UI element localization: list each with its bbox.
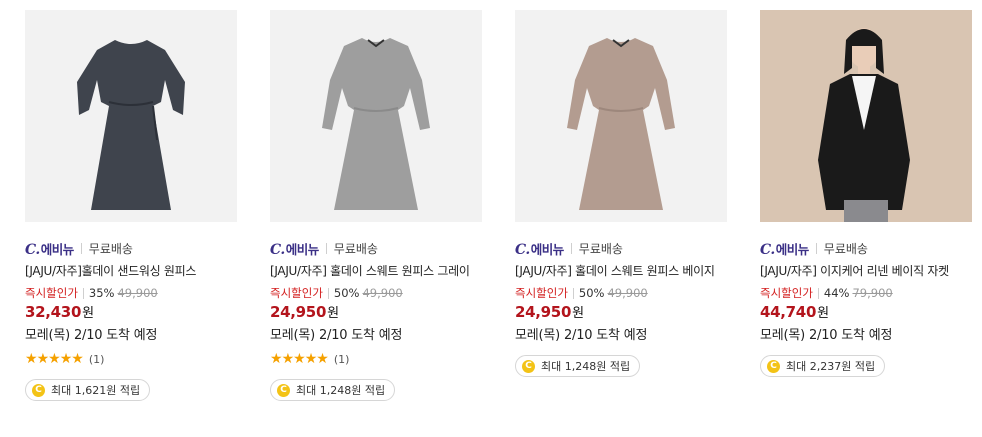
reward-badge: C 최대 1,621원 적립 [25, 379, 151, 401]
divider [570, 242, 572, 254]
seller-line: C.에비뉴 무료배송 [760, 239, 972, 258]
original-price: 49,900 [607, 286, 648, 300]
brand-logo[interactable]: C.에비뉴 [270, 239, 319, 258]
divider [815, 242, 817, 254]
reward-text: 최대 2,237원 적립 [786, 360, 876, 373]
discount-line: 즉시할인가 44% 79,900 [760, 285, 972, 301]
currency-unit: 원 [82, 306, 95, 321]
coin-icon: C [522, 359, 535, 373]
coin-icon: C [767, 359, 780, 373]
product-title[interactable]: [JAJU/자주] 홀데이 스웨트 원피스 베이지 [515, 263, 727, 280]
product-card[interactable]: C.에비뉴 무료배송 [JAJU/자주] 홀데이 스웨트 원피스 베이지 즉시할… [515, 10, 727, 377]
original-price: 49,900 [117, 286, 158, 300]
reward-badge: C 최대 1,248원 적립 [515, 355, 641, 377]
jacket-model-image [760, 10, 972, 222]
product-image[interactable] [515, 10, 727, 222]
currency-unit: 원 [327, 306, 340, 321]
discount-line: 즉시할인가 50% 49,900 [515, 285, 727, 301]
product-title[interactable]: [JAJU/자주] 이지케어 리넨 베이직 자켓 [760, 263, 972, 280]
discount-line: 즉시할인가 50% 49,900 [270, 285, 482, 301]
reward-badge: C 최대 2,237원 적립 [760, 355, 886, 377]
reward-badge: C 최대 1,248원 적립 [270, 379, 396, 401]
sale-price: 32,430 [25, 303, 82, 321]
reward-text: 최대 1,248원 적립 [296, 384, 386, 397]
free-shipping-label: 무료배송 [578, 241, 623, 256]
discount-label: 즉시할인가 [760, 286, 813, 300]
delivery-estimate: 모레(목) 2/10 도착 예정 [515, 328, 648, 343]
product-card[interactable]: C.에비뉴 무료배송 [JAJU/자주]홀데이 샌드워싱 원피스 즉시할인가 3… [25, 10, 237, 401]
discount-rate: 35% [88, 286, 115, 300]
divider [572, 287, 574, 299]
product-title[interactable]: [JAJU/자주] 홀데이 스웨트 원피스 그레이 [270, 263, 482, 280]
dress-image [515, 10, 727, 222]
free-shipping-label: 무료배송 [823, 241, 868, 256]
seller-line: C.에비뉴 무료배송 [270, 239, 482, 258]
dress-image [270, 10, 482, 222]
discount-rate: 50% [578, 286, 605, 300]
coin-icon: C [277, 383, 290, 397]
price-line: 44,740 원 [760, 302, 972, 322]
brand-logo[interactable]: C.에비뉴 [25, 239, 74, 258]
price-line: 24,950 원 [270, 302, 482, 322]
delivery-estimate: 모레(목) 2/10 도착 예정 [760, 328, 893, 343]
rating[interactable]: ★ ★ ★ ★ ★ (1) [270, 351, 482, 367]
divider [327, 287, 329, 299]
product-card[interactable]: C.에비뉴 무료배송 [JAJU/자주] 이지케어 리넨 베이직 자켓 즉시할인… [760, 10, 972, 377]
review-count: (1) [333, 352, 350, 366]
discount-label: 즉시할인가 [515, 286, 568, 300]
discount-rate: 50% [333, 286, 360, 300]
brand-logo[interactable]: C.에비뉴 [760, 239, 809, 258]
original-price: 49,900 [362, 286, 403, 300]
reward-text: 최대 1,248원 적립 [541, 360, 631, 373]
discount-label: 즉시할인가 [270, 286, 323, 300]
brand-logo[interactable]: C.에비뉴 [515, 239, 564, 258]
seller-line: C.에비뉴 무료배송 [515, 239, 727, 258]
product-title[interactable]: [JAJU/자주]홀데이 샌드워싱 원피스 [25, 263, 237, 280]
delivery-estimate: 모레(목) 2/10 도착 예정 [25, 328, 158, 343]
product-card[interactable]: C.에비뉴 무료배송 [JAJU/자주] 홀데이 스웨트 원피스 그레이 즉시할… [270, 10, 482, 401]
star-icon: ★ [316, 351, 329, 367]
original-price: 79,900 [852, 286, 893, 300]
divider [325, 242, 327, 254]
rating[interactable]: ★ ★ ★ ★ ★ (1) [25, 351, 237, 367]
discount-line: 즉시할인가 35% 49,900 [25, 285, 237, 301]
review-count: (1) [88, 352, 105, 366]
free-shipping-label: 무료배송 [88, 241, 133, 256]
price-line: 24,950 원 [515, 302, 727, 322]
product-grid: C.에비뉴 무료배송 [JAJU/자주]홀데이 샌드워싱 원피스 즉시할인가 3… [0, 0, 982, 437]
divider [80, 242, 82, 254]
coin-icon: C [32, 383, 45, 397]
currency-unit: 원 [817, 306, 830, 321]
sale-price: 44,740 [760, 303, 817, 321]
discount-label: 즉시할인가 [25, 286, 78, 300]
product-image[interactable] [25, 10, 237, 222]
seller-line: C.에비뉴 무료배송 [25, 239, 237, 258]
dress-image [25, 10, 237, 222]
sale-price: 24,950 [515, 303, 572, 321]
product-image[interactable] [760, 10, 972, 222]
delivery-estimate: 모레(목) 2/10 도착 예정 [270, 328, 403, 343]
star-icon: ★ [71, 351, 84, 367]
discount-rate: 44% [823, 286, 850, 300]
divider [817, 287, 819, 299]
product-image[interactable] [270, 10, 482, 222]
divider [82, 287, 84, 299]
reward-text: 최대 1,621원 적립 [51, 384, 141, 397]
free-shipping-label: 무료배송 [333, 241, 378, 256]
currency-unit: 원 [572, 306, 585, 321]
sale-price: 24,950 [270, 303, 327, 321]
price-line: 32,430 원 [25, 302, 237, 322]
